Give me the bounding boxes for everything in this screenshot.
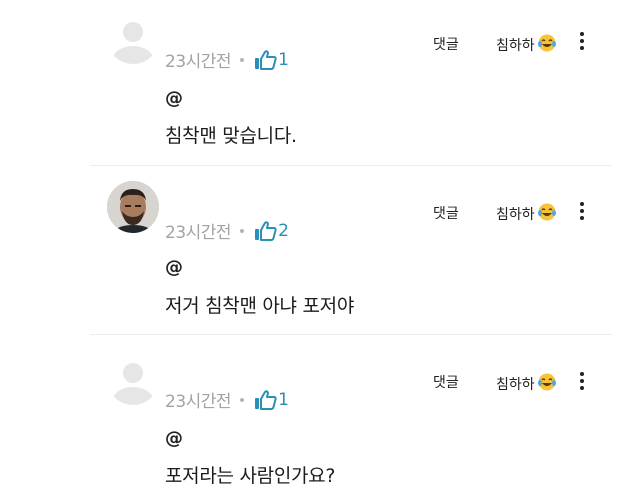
reaction-label: 침하하 (496, 377, 535, 393)
comment-item: 23시간전 2 댓글 침하하 @ 저거 침착맨 아냐 포저야 (0, 166, 640, 331)
reply-button[interactable]: 댓글 (433, 203, 459, 223)
thumbs-up-icon (255, 389, 277, 410)
reaction-button[interactable]: 침하하 (496, 372, 557, 396)
comment-mention[interactable]: @ (165, 257, 183, 278)
laughing-tears-emoji-icon (537, 33, 557, 57)
more-options-icon[interactable] (578, 372, 586, 393)
comment-item: 23시간전 1 댓글 침하하 @ 침착맨 맞습니다. (0, 0, 640, 165)
reply-button[interactable]: 댓글 (433, 34, 459, 54)
thumbs-up-icon (255, 49, 277, 70)
comment-meta: 23시간전 2 (165, 218, 289, 244)
comment-time: 23시간전 (165, 392, 232, 412)
like-count: 1 (278, 389, 289, 410)
default-avatar-icon (113, 22, 153, 64)
comment-text: 침착맨 맞습니다. (165, 125, 297, 147)
thumbs-up-icon (255, 220, 277, 241)
comment-meta: 23시간전 1 (165, 387, 289, 413)
like-button[interactable]: 1 (253, 390, 289, 410)
reaction-button[interactable]: 침하하 (496, 33, 557, 57)
avatar[interactable] (107, 12, 159, 64)
laughing-tears-emoji-icon (537, 372, 557, 396)
like-button[interactable]: 2 (253, 221, 289, 241)
comment-text: 포저라는 사람인가요? (165, 465, 336, 487)
like-count: 1 (278, 49, 289, 70)
avatar[interactable] (107, 181, 159, 233)
reaction-label: 침하하 (496, 38, 535, 54)
reaction-label: 침하하 (496, 207, 535, 223)
avatar[interactable] (107, 353, 159, 405)
comment-time: 23시간전 (165, 52, 232, 72)
comment-mention[interactable]: @ (165, 428, 183, 449)
reaction-button[interactable]: 침하하 (496, 202, 557, 226)
separator-dot (240, 397, 245, 402)
comment-time: 23시간전 (165, 223, 232, 243)
laughing-tears-emoji-icon (537, 202, 557, 226)
like-button[interactable]: 1 (253, 50, 289, 70)
user-photo-icon (107, 181, 159, 233)
default-avatar-icon (113, 363, 153, 405)
more-options-icon[interactable] (578, 202, 586, 223)
more-options-icon[interactable] (578, 32, 586, 53)
like-count: 2 (278, 220, 289, 241)
comment-meta: 23시간전 1 (165, 47, 289, 73)
separator-dot (240, 228, 245, 233)
reply-button[interactable]: 댓글 (433, 372, 459, 392)
comment-item: 23시간전 1 댓글 침하하 @ 포저라는 사람인가요? (0, 335, 640, 500)
comment-mention[interactable]: @ (165, 88, 183, 109)
separator-dot (240, 57, 245, 62)
comment-text: 저거 침착맨 아냐 포저야 (165, 295, 355, 317)
